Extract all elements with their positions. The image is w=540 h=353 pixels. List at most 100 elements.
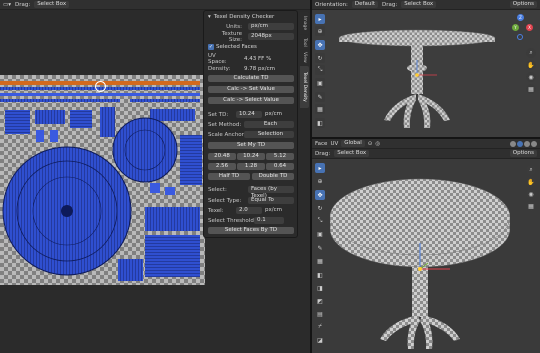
select-box-dropdown[interactable]: Select Box (34, 1, 70, 8)
preset-20-48-button[interactable]: 20.48 (208, 153, 236, 160)
pan-hand-icon-bottom[interactable]: ✋ (526, 177, 536, 187)
extrude-tool-icon[interactable]: ◧ (315, 270, 325, 280)
pan-hand-icon[interactable]: ✋ (526, 60, 536, 70)
texture-size-select[interactable]: 2048px (248, 33, 294, 40)
measure-tool-icon-bottom[interactable]: ▦ (315, 256, 325, 266)
loop-cut-tool-icon[interactable]: ▤ (315, 309, 325, 319)
panel-title-row[interactable]: ▾ Texel Density Checker (208, 13, 293, 20)
knife-tool-icon[interactable]: ⌿ (315, 322, 325, 332)
face-menu[interactable]: Face (315, 141, 327, 147)
cursor-tool-icon-bottom[interactable]: ⊕ (315, 176, 325, 186)
options-dropdown-top[interactable]: Options (509, 1, 537, 8)
scale-tool-icon[interactable]: ⤡ (315, 65, 325, 75)
move-tool-icon-bottom[interactable]: ✥ (315, 190, 325, 200)
material-shading-icon[interactable] (524, 140, 530, 147)
select-mode-select[interactable]: Faces (by Texel) (248, 186, 294, 199)
calc-select-value-button[interactable]: Calc -> Select Value (208, 97, 294, 104)
wireframe-shading-icon[interactable] (510, 140, 516, 147)
uv-editor-header: ▭▾ Drag: Select Box (0, 0, 310, 10)
select-box-dropdown-bottom[interactable]: Select Box (334, 150, 370, 157)
threshold-label: Select Threshold: (208, 217, 256, 224)
poly-build-tool-icon[interactable]: ◪ (315, 335, 325, 345)
set-td-field[interactable]: 10.24 (236, 111, 262, 118)
texel-field[interactable]: 2.0 (236, 207, 262, 214)
drag-label: Drag: (14, 1, 31, 8)
select-type-select[interactable]: Equal To (248, 197, 294, 204)
snap-icon[interactable]: ⊙ (368, 141, 373, 147)
preset-2-56-button[interactable]: 2.56 (208, 163, 236, 170)
uv-mode-icon[interactable]: ▭▾ (3, 2, 11, 8)
tab-texel-density[interactable]: Texel Density (300, 66, 309, 108)
proportional-icon[interactable]: ◎ (375, 141, 380, 147)
units-select[interactable]: px/cm (248, 23, 294, 30)
gizmo-x-icon[interactable]: X (526, 24, 533, 31)
solid-shading-icon[interactable] (517, 140, 523, 147)
annotate-tool-icon-bottom[interactable]: ✎ (315, 243, 325, 253)
viewport-top-header: Orientation: Default Drag: Select Box Op… (312, 0, 540, 10)
viewport-bottom-toolbar: Drag: Select Box Options (312, 149, 540, 159)
options-dropdown-bottom[interactable]: Options (509, 150, 537, 157)
drag-label-top: Drag: (382, 1, 398, 8)
uv-menu[interactable]: UV (330, 141, 338, 147)
gizmo-neg-z-icon[interactable] (517, 34, 523, 40)
set-method-label: Set Method: (208, 121, 242, 128)
transform-tool-icon-bottom[interactable]: ▣ (315, 229, 325, 239)
collapse-arrow-icon[interactable]: ▾ (208, 14, 211, 20)
calculate-td-button[interactable]: Calculate TD (208, 75, 294, 82)
half-td-button[interactable]: Half TD (208, 173, 250, 180)
grid-icon-bottom[interactable]: ▦ (526, 201, 536, 211)
transform-orientation-dropdown[interactable]: Global (341, 140, 365, 147)
camera-icon-bottom[interactable]: ◉ (526, 189, 536, 199)
rotate-tool-icon-bottom[interactable]: ↻ (315, 203, 325, 213)
select-box-dropdown-top[interactable]: Select Box (401, 1, 437, 8)
preset-5-12-button[interactable]: 5.12 (266, 153, 294, 160)
set-method-select[interactable]: Each (244, 121, 294, 128)
grid-icon[interactable]: ▦ (526, 84, 536, 94)
rotate-tool-icon[interactable]: ↻ (315, 53, 325, 63)
scale-tool-icon-bottom[interactable]: ⤡ (315, 216, 325, 226)
preset-10-24-button[interactable]: 10.24 (237, 153, 265, 160)
set-td-label: Set TD: (208, 111, 229, 118)
measure-tool-icon[interactable]: ▦ (315, 104, 325, 114)
threshold-field[interactable]: 0.1 (254, 217, 284, 224)
gizmo-z-icon[interactable]: Z (517, 14, 524, 21)
add-cube-tool-icon[interactable]: ◧ (315, 118, 325, 128)
tab-view[interactable]: View (300, 50, 309, 65)
tab-tool[interactable]: Tool (300, 35, 309, 49)
render-shading-icon[interactable] (531, 140, 537, 147)
tab-image[interactable]: Image (300, 12, 309, 34)
viewport-top[interactable]: Orientation: Default Drag: Select Box Op… (312, 0, 540, 137)
select-tool-icon[interactable]: ▸ (315, 14, 325, 24)
selected-faces-label: Selected Faces (216, 43, 257, 50)
gizmo-y-icon[interactable]: Y (512, 24, 519, 31)
bevel-tool-icon[interactable]: ◩ (315, 296, 325, 306)
select-faces-by-td-button[interactable]: Select Faces By TD (208, 227, 294, 234)
transform-tool-icon[interactable]: ▣ (315, 78, 325, 88)
orientation-label: Orientation: (315, 1, 348, 8)
set-my-td-button[interactable]: Set My TD (208, 142, 294, 149)
selected-faces-checkbox[interactable]: ✓ (208, 43, 214, 50)
zoom-icon[interactable]: ⌕ (526, 48, 536, 58)
calc-set-value-button[interactable]: Calc -> Set Value (208, 86, 294, 93)
annotate-tool-icon[interactable]: ✎ (315, 92, 325, 102)
set-td-unit: px/cm (265, 111, 282, 117)
orientation-dropdown[interactable]: Default (351, 1, 379, 8)
select-tool-icon-bottom[interactable]: ▸ (315, 163, 325, 173)
viewport-bottom[interactable]: Face UV Global ⊙ ◎ Drag: Select Box Opti… (312, 139, 540, 353)
move-tool-icon[interactable]: ✥ (315, 40, 325, 50)
scale-anchor-select[interactable]: Selection (244, 131, 294, 138)
zoom-icon-bottom[interactable]: ⌕ (526, 165, 536, 175)
camera-icon[interactable]: ◉ (526, 72, 536, 82)
table-model-top (338, 29, 496, 128)
double-td-button[interactable]: Double TD (252, 173, 294, 180)
uv-space-value: 4.43 FF % (244, 55, 272, 62)
cursor-tool-icon[interactable]: ⊕ (315, 26, 325, 36)
inset-tool-icon[interactable]: ◨ (315, 283, 325, 293)
preset-1-28-button[interactable]: 1.28 (237, 163, 265, 170)
table-model-bottom (330, 178, 510, 349)
select-type-label: Select Type: (208, 197, 242, 204)
preset-0-64-button[interactable]: 0.64 (266, 163, 294, 170)
select-label: Select: (208, 186, 227, 193)
uv-cursor[interactable] (95, 81, 106, 92)
uv-editor[interactable]: ▭▾ Drag: Select Box ▾ Texel Density Chec… (0, 0, 310, 353)
